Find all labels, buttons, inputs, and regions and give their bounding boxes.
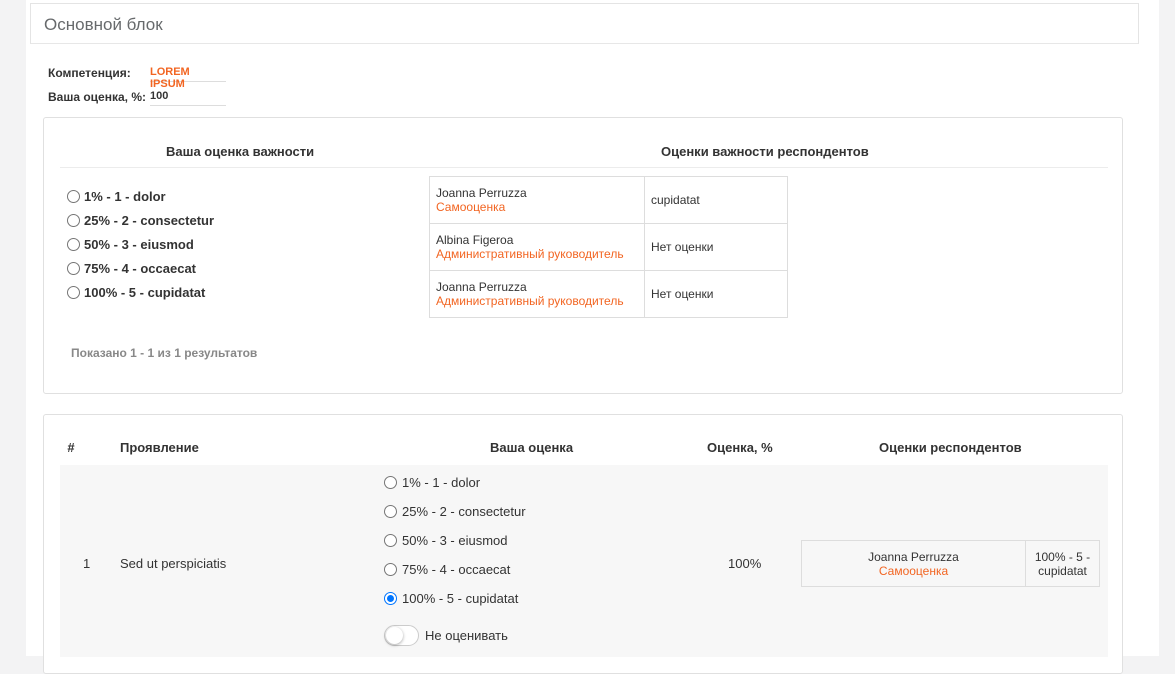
panel-title: Основной блок	[44, 15, 163, 34]
competence-label: Компетенция:	[48, 66, 131, 80]
score-option[interactable]: 100% - 5 - cupidatat	[384, 591, 518, 606]
respondent-cell: Joanna Perruzza Самооценка	[801, 540, 1026, 587]
importance-option[interactable]: 100% - 5 - cupidatat	[67, 285, 205, 300]
competence-value: LOREM IPSUM	[150, 66, 226, 90]
respondent-name: Joanna Perruzza	[436, 186, 527, 200]
respondent-value: cupidatat	[644, 176, 788, 224]
respondent-value: Нет оценки	[644, 223, 788, 271]
row-number: 1	[83, 556, 91, 571]
score-value: 100	[150, 90, 226, 106]
col-header-num: #	[67, 440, 75, 455]
respondent-cell: Joanna Perruzza Административный руководи…	[429, 270, 645, 318]
importance-option-label: 100% - 5 - cupidatat	[84, 285, 206, 300]
score-option-label: 100% - 5 - cupidatat	[402, 591, 519, 606]
radio-button[interactable]	[67, 214, 80, 227]
radio-button[interactable]	[384, 505, 397, 518]
respondent-value-line2: cupidatat	[1038, 563, 1087, 578]
respondent-role: Самооценка	[878, 563, 949, 578]
radio-button[interactable]	[67, 238, 80, 251]
importance-option-label: 25% - 2 - consectetur	[84, 213, 215, 228]
respondent-value-line1: 100% - 5 -	[1034, 549, 1091, 564]
respondent-role: Административный руководитель	[436, 247, 624, 261]
respondents-score-table: Joanna Perruzza Самооценка 100% - 5 - cu…	[801, 540, 1100, 587]
respondent-cell: Joanna Perruzza Самооценка	[429, 176, 645, 224]
radio-button[interactable]	[384, 563, 397, 576]
importance-option-label: 75% - 4 - occaecat	[84, 261, 197, 276]
score-option[interactable]: 75% - 4 - occaecat	[384, 562, 510, 577]
score-option-label: 75% - 4 - occaecat	[402, 562, 511, 577]
respondents-importance-table: Joanna Perruzza Самооценка cupidatat Albina…	[429, 176, 788, 318]
col-header-score-pct: Оценка, %	[707, 440, 773, 455]
importance-option[interactable]: 50% - 3 - eiusmod	[67, 237, 194, 252]
score-option[interactable]: 50% - 3 - eiusmod	[384, 533, 508, 548]
score-option-label: 25% - 2 - consectetur	[402, 504, 526, 519]
respondent-name: Joanna Perruzza	[436, 280, 527, 294]
importance-option-label: 1% - 1 - dolor	[84, 189, 166, 204]
respondent-value: Нет оценки	[644, 270, 788, 318]
score-option-label: 50% - 3 - eiusmod	[402, 533, 508, 548]
main-content: Основной блок Компетенция: LOREM IPSUM В…	[26, 0, 1159, 674]
toggle-label: Не оценивать	[425, 628, 508, 643]
respondent-cell: Albina Figeroa Административный руководит…	[429, 223, 645, 271]
respondent-value-cell: 100% - 5 - cupidatat	[1025, 540, 1100, 587]
page-gutter-left	[0, 0, 26, 656]
score-option-label: 1% - 1 - dolor	[402, 475, 481, 490]
radio-button[interactable]	[384, 592, 397, 605]
respondent-name: Joanna Perruzza	[868, 549, 959, 564]
respondent-role: Самооценка	[436, 200, 506, 214]
page-gutter-right	[1159, 0, 1175, 656]
not-rate-toggle[interactable]: Не оценивать	[384, 625, 508, 646]
panel-header: Основной блок	[30, 3, 1139, 44]
respondents-importance-header: Оценки важности респондентов	[661, 144, 869, 159]
table-row: 1 Sed ut perspiciatis 1% - 1 - dolor 25% …	[60, 465, 1108, 657]
results-summary: Показано 1 - 1 из 1 результатов	[71, 346, 258, 360]
radio-button[interactable]	[67, 190, 80, 203]
radio-button[interactable]	[67, 286, 80, 299]
radio-button[interactable]	[384, 476, 397, 489]
respondent-row: Joanna Perruzza Административный руководи…	[429, 270, 788, 318]
score-option[interactable]: 1% - 1 - dolor	[384, 475, 480, 490]
score-option[interactable]: 25% - 2 - consectetur	[384, 504, 526, 519]
manifestation-text: Sed ut perspiciatis	[120, 556, 227, 571]
your-importance-header: Ваша оценка важности	[166, 144, 315, 159]
respondent-role: Административный руководитель	[436, 294, 624, 308]
radio-button[interactable]	[67, 262, 80, 275]
col-header-manifestation: Проявление	[120, 440, 199, 455]
importance-option[interactable]: 25% - 2 - consectetur	[67, 213, 214, 228]
score-label: Ваша оценка, %:	[48, 90, 146, 104]
respondent-name: Albina Figeroa	[436, 233, 514, 247]
radio-button[interactable]	[384, 534, 397, 547]
importance-option[interactable]: 1% - 1 - dolor	[67, 189, 166, 204]
importance-option[interactable]: 75% - 4 - occaecat	[67, 261, 196, 276]
col-header-your-score: Ваша оценка	[490, 440, 574, 455]
score-percent: 100%	[728, 556, 762, 571]
toggle-switch[interactable]	[384, 625, 419, 646]
manifestation-grid: # Проявление Ваша оценка Оценка, % Оценк…	[43, 414, 1123, 674]
divider	[60, 167, 1108, 168]
respondent-row: Joanna Perruzza Самооценка cupidatat	[429, 176, 788, 224]
respondent-row: Albina Figeroa Административный руководит…	[429, 223, 788, 271]
importance-box: Ваша оценка важности Оценки важности рес…	[43, 117, 1123, 394]
importance-option-label: 50% - 3 - eiusmod	[84, 237, 194, 252]
col-header-respondents: Оценки респондентов	[879, 440, 1022, 455]
